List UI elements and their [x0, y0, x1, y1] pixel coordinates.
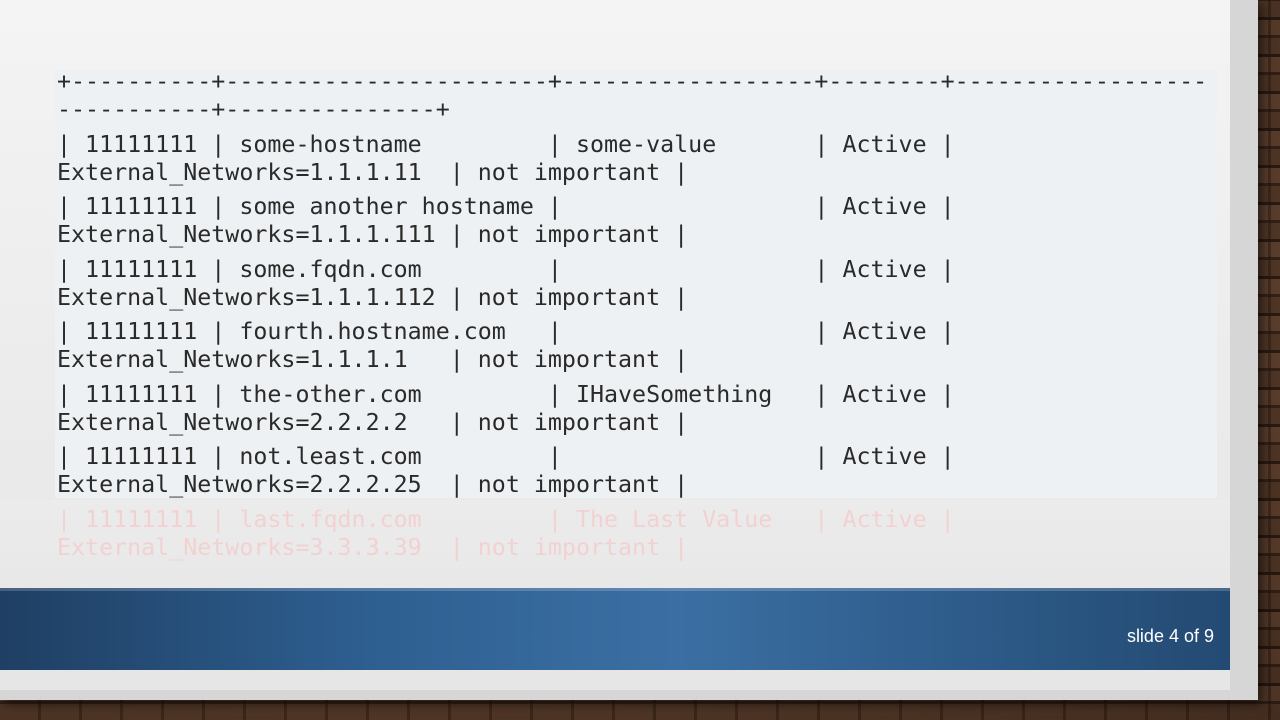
faded-row-line: | 11111111 | last.fqdn.com | The Last Va…: [57, 506, 955, 533]
table-row-line: | 11111111 | some another hostname | | A…: [57, 193, 955, 220]
table-row-line: External_Networks=2.2.2.2 | not importan…: [57, 408, 689, 436]
table-row-line: | 11111111 | fourth.hostname.com | | Act…: [57, 318, 955, 345]
table-row-line: External_Networks=1.1.1.11 | not importa…: [57, 158, 689, 186]
table-row-line: | 11111111 | some-hostname | some-value …: [57, 130, 955, 158]
table-border-line: -----------+---------------+: [57, 96, 450, 123]
table-border-line: +----------+-----------------------+----…: [57, 68, 1208, 95]
table-row-line: External_Networks=1.1.1.112 | not import…: [57, 283, 689, 311]
faded-code-row: | 11111111 | last.fqdn.com | The Last Va…: [57, 506, 955, 562]
slide: +----------+-----------------------+----…: [0, 0, 1230, 690]
table-row-line: | 11111111 | not.least.com | | Active |: [57, 443, 955, 470]
table-row-line: External_Networks=2.2.2.25 | not importa…: [57, 471, 689, 498]
table-row-line: | 11111111 | the-other.com | IHaveSometh…: [57, 380, 955, 408]
slide-counter: slide 4 of 9: [1126, 626, 1214, 646]
code-block: +----------+-----------------------+----…: [57, 68, 1222, 499]
table-row-line: | 11111111 | some.fqdn.com | | Active |: [57, 255, 955, 283]
table-row-line: External_Networks=1.1.1.111 | not import…: [57, 221, 689, 248]
table-row-line: External_Networks=1.1.1.1 | not importan…: [57, 346, 689, 373]
footer-bar: slide 4 of 9: [0, 588, 1230, 670]
faded-row-line: External_Networks=3.3.3.39 | not importa…: [57, 534, 689, 561]
